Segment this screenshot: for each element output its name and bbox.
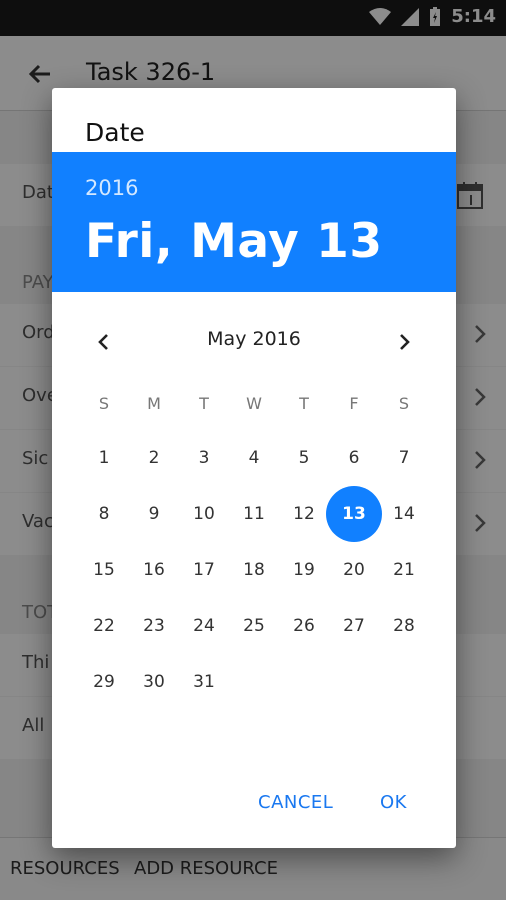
weekday-label: T — [199, 394, 209, 413]
calendar-day[interactable]: 16 — [132, 548, 176, 592]
weekday-label: F — [349, 394, 359, 413]
calendar-day[interactable]: 10 — [182, 492, 226, 536]
calendar-day[interactable]: 11 — [232, 492, 276, 536]
ok-button[interactable]: OK — [380, 792, 407, 813]
month-navigation: May 2016 — [52, 322, 456, 362]
calendar-day[interactable]: 30 — [132, 660, 176, 704]
calendar-day[interactable]: 20 — [332, 548, 376, 592]
calendar-day[interactable]: 8 — [82, 492, 126, 536]
calendar-day[interactable]: 15 — [82, 548, 126, 592]
weekday-label: S — [398, 394, 410, 413]
cancel-button[interactable]: CANCEL — [258, 792, 333, 813]
dialog-actions: CANCEL OK — [52, 792, 456, 832]
calendar-day[interactable]: 29 — [82, 660, 126, 704]
calendar-day[interactable]: 9 — [132, 492, 176, 536]
weekday-label: S — [98, 394, 110, 413]
calendar-day[interactable]: 1 — [82, 436, 126, 480]
date-picker-dialog: Date 2016 Fri, May 13 May 2016 S M T W T… — [52, 88, 456, 848]
calendar-day[interactable]: 12 — [282, 492, 326, 536]
calendar-day[interactable]: 18 — [232, 548, 276, 592]
date-header: 2016 Fri, May 13 — [52, 152, 456, 292]
calendar-day[interactable]: 25 — [232, 604, 276, 648]
calendar-day[interactable]: 7 — [382, 436, 426, 480]
calendar-day[interactable]: 17 — [182, 548, 226, 592]
selected-year[interactable]: 2016 — [85, 176, 138, 200]
calendar-day[interactable]: 23 — [132, 604, 176, 648]
dialog-title: Date — [85, 118, 145, 147]
weekday-label: W — [246, 394, 262, 413]
calendar-day[interactable]: 26 — [282, 604, 326, 648]
weekday-header: S M T W T F S — [99, 394, 409, 418]
weekday-label: T — [299, 394, 309, 413]
calendar-day[interactable]: 4 — [232, 436, 276, 480]
selected-calendar-day[interactable]: 13 — [326, 486, 382, 542]
calendar-day[interactable]: 24 — [182, 604, 226, 648]
calendar-day[interactable]: 21 — [382, 548, 426, 592]
calendar-day[interactable]: 22 — [82, 604, 126, 648]
calendar-day[interactable]: 5 — [282, 436, 326, 480]
calendar-day[interactable]: 27 — [332, 604, 376, 648]
calendar-day[interactable]: 6 — [332, 436, 376, 480]
calendar-day[interactable]: 31 — [182, 660, 226, 704]
calendar-day[interactable]: 3 — [182, 436, 226, 480]
next-month-icon[interactable] — [390, 328, 418, 356]
selected-date[interactable]: Fri, May 13 — [85, 214, 383, 269]
calendar-day[interactable]: 14 — [382, 492, 426, 536]
calendar-day[interactable]: 19 — [282, 548, 326, 592]
calendar-day[interactable]: 28 — [382, 604, 426, 648]
calendar-day[interactable]: 2 — [132, 436, 176, 480]
weekday-label: M — [147, 394, 161, 413]
calendar-grid: 1 2 3 4 5 6 7 8 9 10 11 12 13 14 15 16 1… — [93, 448, 415, 770]
